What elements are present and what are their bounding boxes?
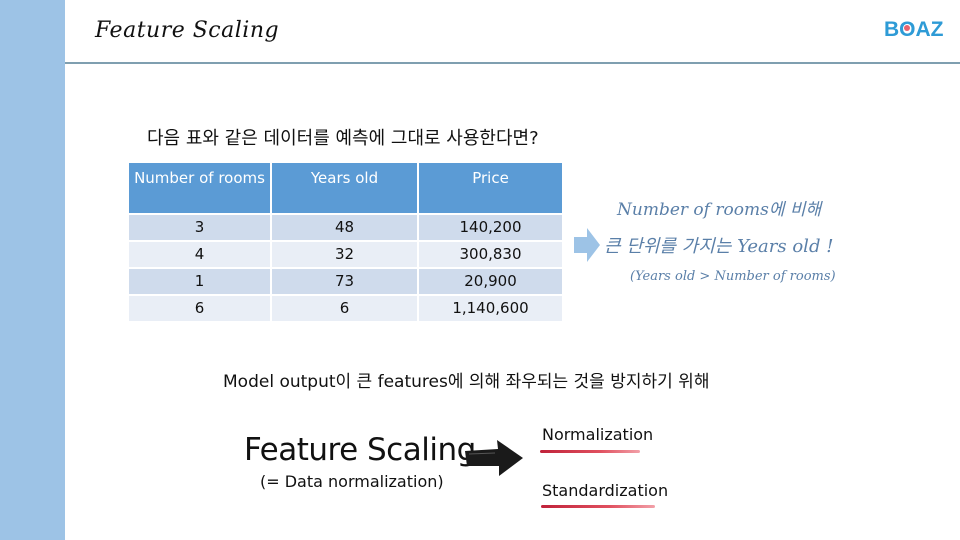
cell-years: 6 — [272, 296, 417, 321]
logo-suffix: AZ — [915, 18, 944, 41]
table-row: 4 32 300,830 — [129, 242, 562, 267]
feature-scaling-heading: Feature Scaling — [244, 432, 476, 468]
cell-years: 32 — [272, 242, 417, 267]
table-row: 6 6 1,140,600 — [129, 296, 562, 321]
annotation-line-1: Number of rooms에 비해 — [617, 200, 822, 220]
cell-price: 20,900 — [419, 269, 562, 294]
feature-scaling-subheading: (= Data normalization) — [260, 472, 444, 491]
method-normalization: Normalization — [542, 425, 654, 444]
cell-rooms: 6 — [129, 296, 270, 321]
column-header-years: Years old — [272, 163, 417, 213]
standardization-underline — [541, 505, 655, 508]
right-arrow-icon — [574, 228, 600, 262]
cell-rooms: 1 — [129, 269, 270, 294]
cell-rooms: 3 — [129, 215, 270, 240]
purpose-statement: Model output이 큰 features에 의해 좌우되는 것을 방지하… — [223, 372, 710, 392]
cell-price: 300,830 — [419, 242, 562, 267]
table-row: 1 73 20,900 — [129, 269, 562, 294]
boaz-logo: BOAZ — [884, 18, 944, 42]
logo-globe-icon: O — [899, 18, 916, 41]
sidebar-accent-bar — [0, 0, 65, 540]
column-header-price: Price — [419, 163, 562, 213]
normalization-underline — [540, 450, 640, 453]
method-standardization: Standardization — [542, 481, 669, 500]
header-divider — [65, 62, 960, 64]
slide-title: Feature Scaling — [95, 18, 280, 43]
table-row: 3 48 140,200 — [129, 215, 562, 240]
cell-price: 1,140,600 — [419, 296, 562, 321]
cell-years: 48 — [272, 215, 417, 240]
data-table: Number of rooms Years old Price 3 48 140… — [127, 161, 564, 323]
cell-years: 73 — [272, 269, 417, 294]
sketch-arrow-icon — [465, 440, 523, 476]
annotation-line-2: 큰 단위를 가지는 Years old ! — [604, 236, 834, 257]
cell-rooms: 4 — [129, 242, 270, 267]
question-text: 다음 표와 같은 데이터를 예측에 그대로 사용한다면? — [147, 128, 539, 149]
column-header-rooms: Number of rooms — [129, 163, 270, 213]
annotation-line-3: (Years old > Number of rooms) — [630, 269, 836, 284]
cell-price: 140,200 — [419, 215, 562, 240]
logo-prefix: B — [884, 18, 900, 41]
table-header-row: Number of rooms Years old Price — [129, 163, 562, 213]
